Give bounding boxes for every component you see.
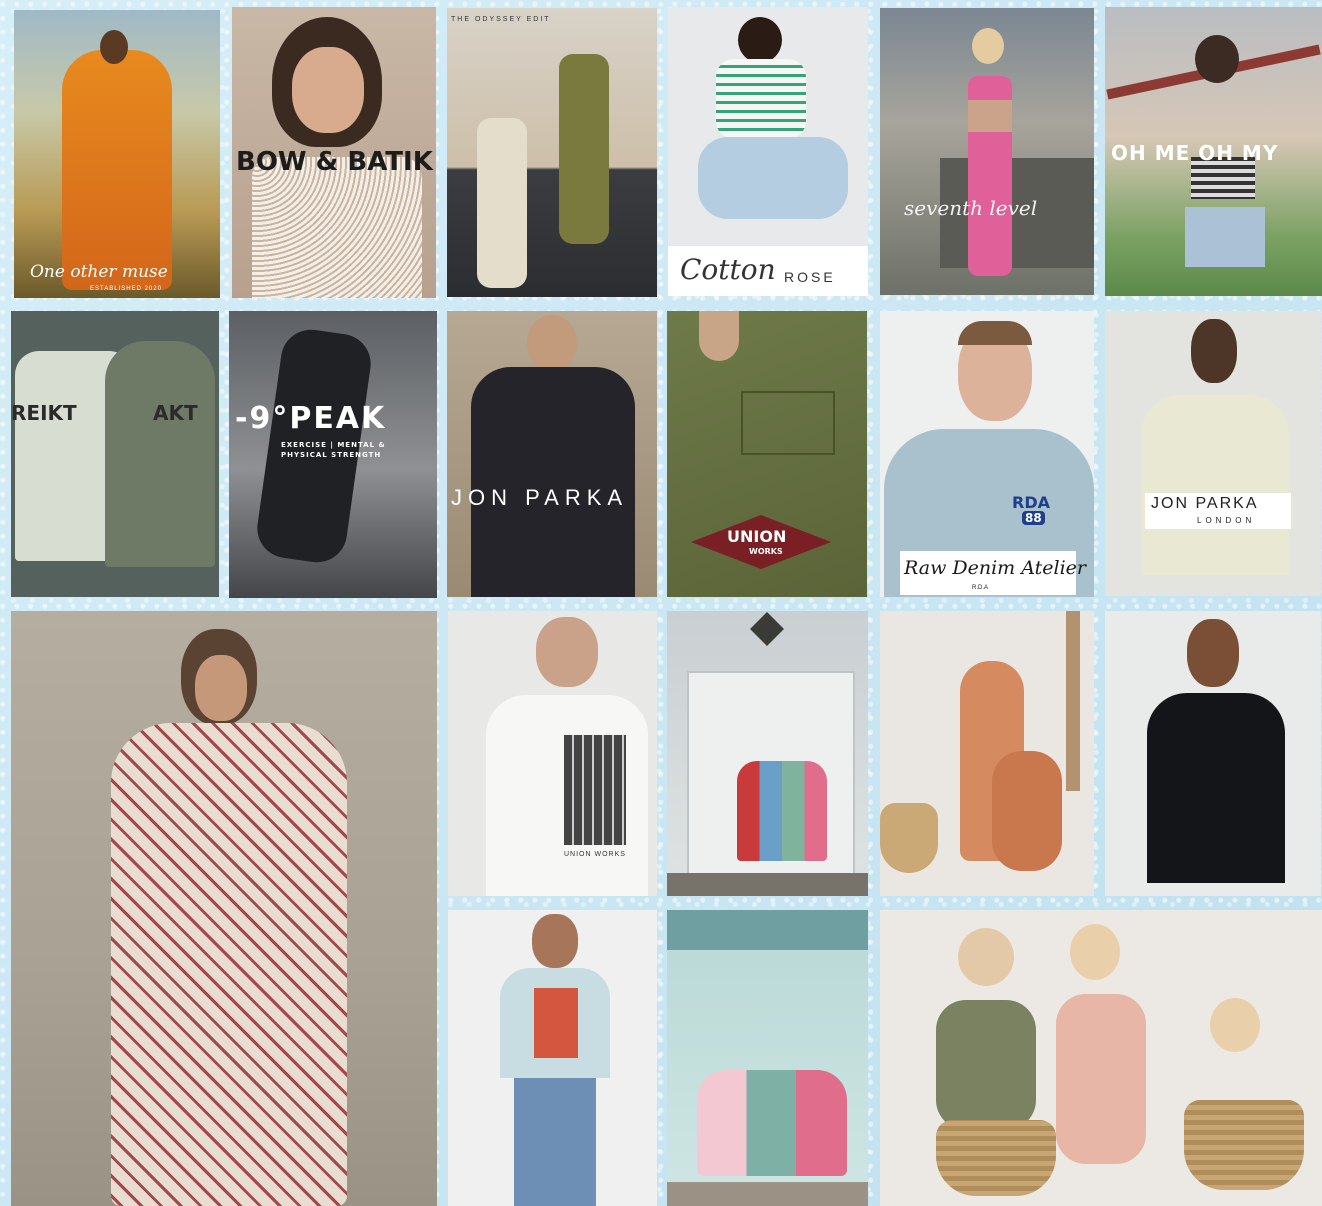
brand-caption: OH ME OH MY <box>1111 141 1279 165</box>
tile-one-other-muse[interactable]: One other muse ESTABLISHED 2020 <box>14 10 220 298</box>
tile-kids-beach-hut[interactable] <box>667 910 868 1206</box>
pink-outfit <box>968 76 1012 276</box>
brand-caption: BOW & BATIK <box>236 147 433 177</box>
graphic-print <box>564 735 626 845</box>
brand-caption-2: AKT <box>153 401 198 425</box>
brand-caption-2: WORKS <box>749 547 783 556</box>
brand-subcaption: EXERCISE | MENTAL & <box>281 441 386 449</box>
tile-kids-door[interactable] <box>667 611 868 896</box>
tile-bow-batik[interactable]: BOW & BATIK <box>232 7 436 298</box>
brand-caption: seventh level <box>904 196 1038 220</box>
toddler-1 <box>936 1000 1036 1130</box>
brand-caption: -9°PEAK <box>235 401 387 436</box>
tile-graphic-tee[interactable] <box>448 910 657 1206</box>
tile-peak[interactable]: -9°PEAK EXERCISE | MENTAL & PHYSICAL STR… <box>229 311 437 598</box>
brand-caption: Cotton <box>680 253 776 286</box>
black-tee <box>1147 693 1285 883</box>
striped-sweater <box>716 59 806 139</box>
tile-kids-sitting[interactable] <box>880 611 1094 896</box>
tile-jon-parka-hood[interactable]: JON PARKA <box>447 311 657 597</box>
kids-playing <box>697 1070 847 1176</box>
rda-badge-number: 88 <box>1022 511 1045 525</box>
brand-caption: THE ODYSSEY EDIT <box>451 16 551 23</box>
tile-beach-duo[interactable]: THE ODYSSEY EDIT <box>447 8 657 297</box>
tile-reikt[interactable]: REIKT AKT <box>11 311 219 597</box>
brand-subcaption: R.D.A <box>972 585 989 591</box>
crochet-top <box>252 157 422 298</box>
tile-black-tee[interactable] <box>1105 611 1321 896</box>
brand-caption: JON PARKA <box>1151 495 1259 512</box>
kids-group <box>737 761 827 861</box>
rda-badge: RDA <box>1012 493 1050 512</box>
brand-subcaption: LONDON <box>1197 516 1256 525</box>
brand-caption-2: ROSE <box>784 269 836 285</box>
brand-caption: Raw Denim Atelier <box>904 557 1086 579</box>
woven-basket <box>1184 1100 1304 1190</box>
brand-caption: JON PARKA <box>451 485 629 510</box>
brand-caption: UNION <box>727 527 787 546</box>
brand-caption: REIKT <box>11 401 77 425</box>
cream-tee <box>1141 395 1289 575</box>
tile-jumpsuit[interactable] <box>11 611 437 1206</box>
olive-hoodie <box>105 341 215 567</box>
brand-subcaption-2: PHYSICAL STRENGTH <box>281 451 382 459</box>
tile-oh-me-oh-my[interactable]: OH ME OH MY <box>1105 7 1322 296</box>
brand-subcaption: ESTABLISHED 2020 <box>90 286 162 292</box>
tile-jon-parka-tee[interactable]: JON PARKA LONDON <box>1105 311 1321 596</box>
tile-seventh-level[interactable]: seventh level <box>880 8 1094 295</box>
patterned-jumpsuit <box>111 723 347 1206</box>
tile-raw-denim[interactable]: RDA 88 Raw Denim Atelier R.D.A <box>880 311 1094 597</box>
tile-toddlers[interactable] <box>880 910 1322 1206</box>
toddler-2 <box>1056 994 1146 1164</box>
denim-jeans <box>514 1078 596 1206</box>
model-figure <box>62 50 172 290</box>
black-parka <box>471 367 635 597</box>
tile-cotton-rose[interactable]: Cotton ROSE <box>668 7 868 296</box>
brand-caption: One other muse <box>30 262 168 282</box>
tile-union-works[interactable]: UNION WORKS <box>667 311 867 597</box>
brand-caption: UNION WORKS <box>564 851 626 858</box>
tile-union-back[interactable]: UNION WORKS <box>448 611 657 896</box>
